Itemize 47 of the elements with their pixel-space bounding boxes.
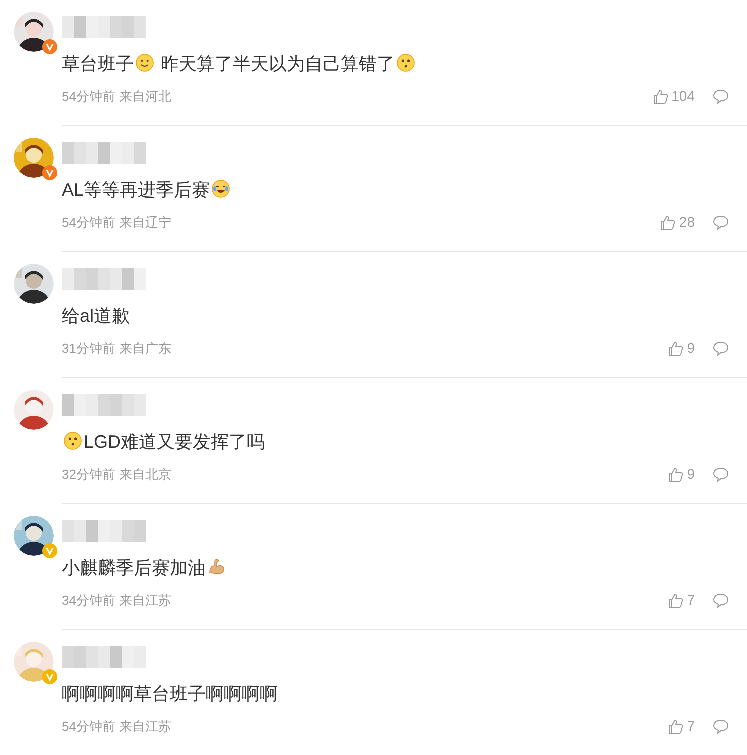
thumbs-up-icon [668,592,684,608]
like-button[interactable]: 9 [668,464,695,485]
comment-text: AL等等再进季后赛 [62,178,232,202]
comment-text: 小麒麟季后赛加油 [62,556,228,580]
thumbs-up-icon [668,466,684,482]
comment-location: 来自河北 [119,88,172,106]
flexed-arm-emoji-icon [207,557,227,577]
thumbs-up-icon [652,88,669,104]
comment-text: 给al道歉 [62,305,130,328]
comment-text: 啊啊啊啊草台班子啊啊啊啊 [62,683,278,706]
puzzled-emoji-icon [396,53,416,73]
thumbs-up-icon [668,340,684,356]
comment-time: 54分钟前 [62,214,116,232]
puzzled-emoji-icon [63,431,83,451]
like-button[interactable]: 9 [668,338,695,359]
thumbs-up-icon [660,214,676,230]
comment-location: 来自北京 [119,466,172,484]
speech-bubble-icon [713,214,729,230]
speech-bubble-icon [713,592,729,608]
reply-button[interactable] [713,214,729,230]
reply-button[interactable] [713,592,729,608]
like-button[interactable]: 104 [652,86,695,107]
like-button[interactable]: 7 [668,716,695,737]
reply-button[interactable] [713,718,729,734]
comment-location: 来自广东 [119,340,172,358]
comment-time: 31分钟前 [62,340,116,358]
comment-time: 54分钟前 [62,88,116,106]
speech-bubble-icon [713,340,729,356]
comment-text: 草台班子 昨天算了半天以为自己算错了 [62,52,418,76]
speech-bubble-icon [713,88,729,104]
thumbs-up-icon [668,718,684,734]
comment-location: 来自辽宁 [119,214,172,232]
speech-bubble-icon [713,466,729,482]
reply-button[interactable] [713,466,729,482]
comment-text: LGD难道又要发挥了吗 [62,430,266,454]
like-button[interactable]: 28 [660,212,695,233]
reply-button[interactable] [713,88,729,104]
reply-button[interactable] [713,340,729,356]
comment-location: 来自江苏 [119,592,172,610]
smile-emoji-icon [135,53,155,73]
comment-location: 来自江苏 [119,718,172,736]
like-button[interactable]: 7 [668,590,695,611]
comment-time: 32分钟前 [62,466,116,484]
comment-time: 54分钟前 [62,718,116,736]
speech-bubble-icon [713,718,729,734]
comment-time: 34分钟前 [62,592,116,610]
laughing-crying-emoji-icon [211,179,232,199]
